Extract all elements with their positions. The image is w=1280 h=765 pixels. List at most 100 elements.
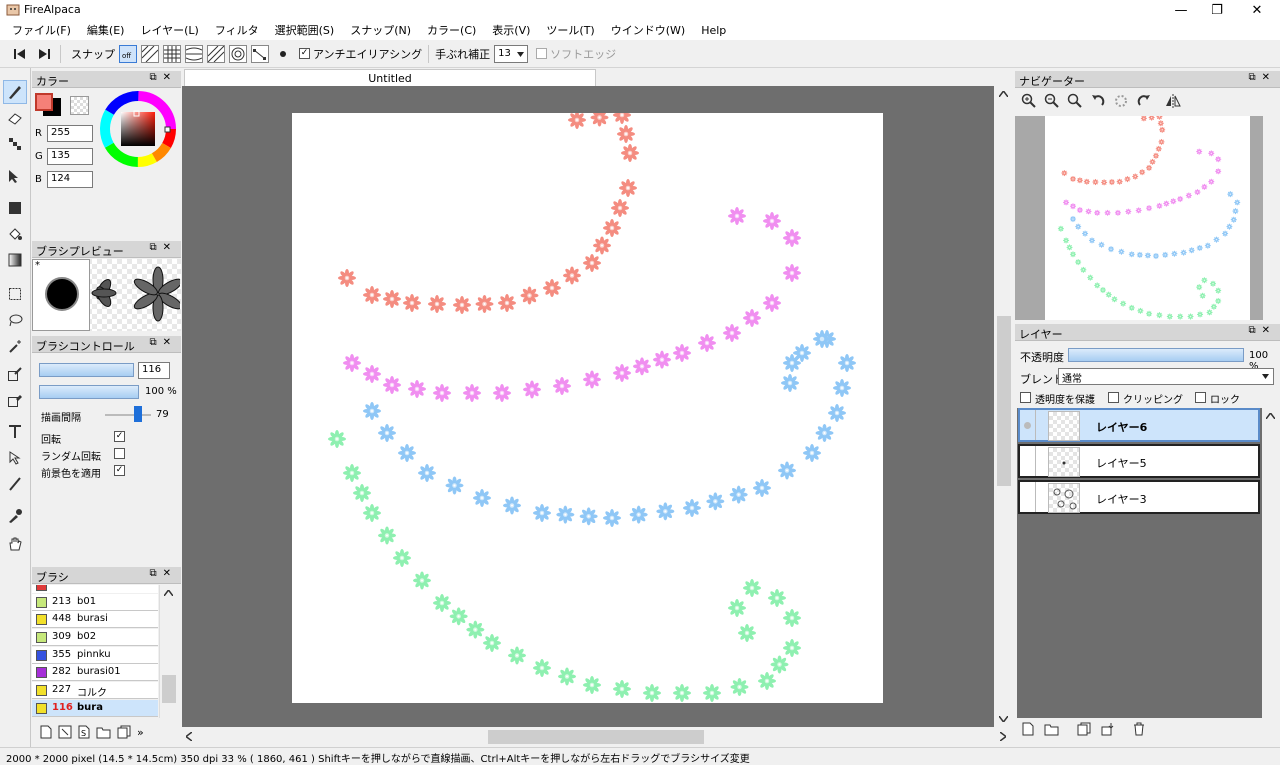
move-tool-icon[interactable]	[3, 164, 27, 188]
chevron-up-icon[interactable]	[164, 590, 173, 596]
magic-wand-tool-icon[interactable]	[3, 334, 27, 358]
new-folder-icon[interactable]	[1044, 723, 1059, 736]
menu-tool[interactable]: ツール(T)	[538, 22, 602, 38]
hand-tool-icon[interactable]	[3, 532, 27, 556]
folder-icon[interactable]	[96, 726, 111, 739]
delete-layer-icon[interactable]	[1133, 722, 1145, 736]
canvas-paper[interactable]	[292, 105, 883, 703]
layer-visibility-toggle[interactable]	[1020, 446, 1036, 476]
panel-buttons[interactable]: ⧉✕	[149, 72, 177, 83]
duplicate-brush-icon[interactable]	[117, 725, 131, 739]
brush-preview-selected[interactable]: *	[32, 259, 90, 331]
merge-down-icon[interactable]	[1101, 722, 1115, 736]
snap-settings-icon[interactable]	[273, 44, 293, 64]
document-tab[interactable]: Untitled	[184, 69, 596, 87]
select-eraser-tool-icon[interactable]	[3, 388, 27, 412]
brush-size-slider[interactable]	[39, 363, 134, 377]
operation-tool-icon[interactable]	[3, 446, 27, 470]
brush-script-icon[interactable]: S	[78, 725, 90, 739]
layer-row[interactable]: レイヤー5	[1018, 444, 1260, 478]
layer-visibility-toggle[interactable]	[1020, 482, 1036, 512]
softedge-toggle[interactable]: ソフトエッジ	[536, 46, 616, 62]
lasso-tool-icon[interactable]	[3, 308, 27, 332]
fg-color-checkbox[interactable]: ✓	[114, 465, 125, 476]
brush-list-scrollbar[interactable]	[159, 585, 177, 718]
snap-parallel-icon[interactable]	[141, 44, 159, 63]
layer-list-scrollbar[interactable]	[1262, 408, 1280, 718]
prev-icon[interactable]	[10, 44, 30, 64]
navigator-viewport[interactable]	[1015, 113, 1263, 320]
snap-curve-icon[interactable]	[251, 44, 269, 63]
duplicate-layer-icon[interactable]	[1077, 722, 1091, 736]
snap-radial-icon[interactable]	[207, 44, 225, 63]
lock-checkbox[interactable]	[1195, 392, 1206, 403]
brush-settings-icon[interactable]	[58, 725, 72, 739]
chevron-up-icon[interactable]	[999, 91, 1008, 97]
more-icon[interactable]: »	[137, 726, 144, 739]
menu-filter[interactable]: フィルタ	[207, 22, 267, 38]
transparent-color-swatch[interactable]	[70, 96, 89, 115]
zoom-fit-icon[interactable]	[1067, 93, 1083, 109]
scrollbar-thumb[interactable]	[997, 316, 1011, 486]
chevron-down-icon[interactable]	[999, 716, 1008, 722]
scrollbar-thumb[interactable]	[162, 675, 176, 703]
zoom-out-icon[interactable]	[1044, 93, 1060, 109]
divide-tool-icon[interactable]	[3, 472, 27, 496]
clipping-checkbox[interactable]	[1108, 392, 1119, 403]
antialias-toggle[interactable]: ✓ アンチエイリアシング	[299, 46, 422, 62]
brush-item[interactable]: 355 pinnku	[32, 647, 158, 664]
chevron-left-icon[interactable]	[186, 732, 192, 741]
new-layer-icon[interactable]	[1022, 722, 1034, 736]
menu-view[interactable]: 表示(V)	[484, 22, 538, 38]
layer-visibility-toggle[interactable]	[1020, 410, 1036, 440]
canvas-hscrollbar[interactable]	[182, 727, 1012, 747]
brush-item[interactable]: 213 b01	[32, 594, 158, 611]
select-pen-tool-icon[interactable]	[3, 362, 27, 386]
gradient-tool-icon[interactable]	[3, 248, 27, 272]
snap-off-button[interactable]: off	[119, 44, 137, 63]
eraser-tool-icon[interactable]	[3, 106, 27, 130]
menu-layer[interactable]: レイヤー(L)	[132, 22, 206, 38]
panel-buttons[interactable]: ⧉✕	[149, 337, 177, 348]
blend-select[interactable]: 通常	[1058, 368, 1274, 385]
brush-item[interactable]: 282 burasi01	[32, 664, 158, 681]
primary-color-swatch[interactable]	[35, 93, 53, 111]
brush-size-input[interactable]: 116	[138, 362, 170, 379]
scrollbar-thumb[interactable]	[488, 730, 704, 744]
menu-window[interactable]: ウインドウ(W)	[603, 22, 693, 38]
rotate-right-icon[interactable]	[1136, 93, 1152, 109]
softedge-checkbox[interactable]	[536, 48, 548, 59]
close-button[interactable]: ✕	[1234, 0, 1280, 20]
panel-buttons[interactable]: ⧉✕	[1248, 72, 1276, 83]
brush-item[interactable]: 309 b02	[32, 629, 158, 646]
g-input[interactable]: 135	[47, 148, 93, 165]
b-input[interactable]: 124	[47, 171, 93, 188]
brush-item-selected[interactable]: 116 bura	[32, 700, 158, 717]
panel-buttons[interactable]: ⧉✕	[1248, 325, 1276, 336]
stabilizer-select[interactable]: 13	[494, 44, 529, 63]
rotate-left-icon[interactable]	[1090, 93, 1106, 109]
snap-grid-icon[interactable]	[163, 44, 181, 63]
panel-buttons[interactable]: ⧉✕	[149, 568, 177, 579]
eyedropper-tool-icon[interactable]	[3, 504, 27, 528]
chevron-right-icon[interactable]	[1000, 732, 1006, 741]
brush-opacity-slider[interactable]	[39, 385, 139, 399]
menu-select[interactable]: 選択範囲(S)	[267, 22, 343, 38]
brush-item[interactable]: 227 コルク	[32, 682, 158, 699]
next-icon[interactable]	[34, 44, 54, 64]
pen-tool-icon[interactable]	[3, 80, 27, 104]
spacing-slider-thumb[interactable]	[134, 406, 142, 422]
r-input[interactable]: 255	[47, 125, 93, 142]
text-tool-icon[interactable]	[3, 420, 27, 444]
menu-edit[interactable]: 編集(E)	[79, 22, 133, 38]
menu-color[interactable]: カラー(C)	[419, 22, 484, 38]
rotate-reset-icon[interactable]	[1113, 93, 1129, 109]
layer-opacity-slider[interactable]	[1068, 348, 1244, 362]
layer-row[interactable]: レイヤー3	[1018, 480, 1260, 514]
random-rotate-checkbox[interactable]	[114, 448, 125, 459]
zoom-in-icon[interactable]	[1021, 93, 1037, 109]
protect-alpha-checkbox[interactable]	[1020, 392, 1031, 403]
dot-tool-icon[interactable]	[3, 132, 27, 156]
new-brush-icon[interactable]	[40, 725, 52, 739]
spacing-slider[interactable]	[105, 414, 151, 416]
